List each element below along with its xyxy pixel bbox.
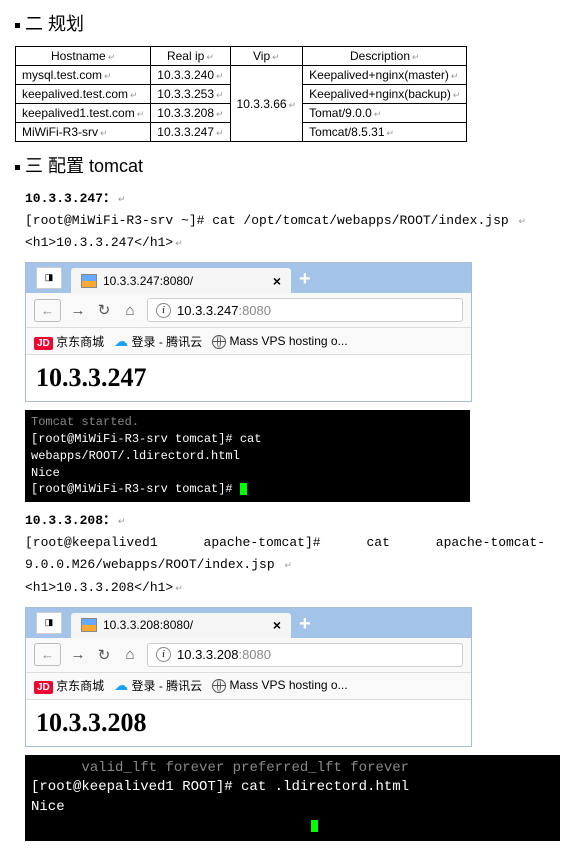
cmd-208-p4: apache-tomcat- xyxy=(436,532,545,554)
url-host: 10.3.3.247 xyxy=(177,303,238,318)
close-icon[interactable]: × xyxy=(273,617,281,633)
section-3-heading: 三 配置 tomcat xyxy=(15,152,575,178)
cell-desc: Keepalived+nginx(master)↵ xyxy=(303,66,467,85)
window-icon: ◨ xyxy=(36,267,62,289)
browser-208: ◨ 10.3.3.208:8080/ × + ← → ↻ ⌂ i 10.3.3.… xyxy=(25,607,472,747)
html-247: <h1>10.3.3.247</h1> xyxy=(25,235,173,250)
forward-button[interactable]: → xyxy=(69,646,87,663)
tab-title: 10.3.3.208:8080/ xyxy=(103,618,267,632)
th-realip: Real ip↵ xyxy=(151,47,230,66)
close-icon[interactable]: × xyxy=(273,273,281,289)
planning-table: Hostname↵ Real ip↵ Vip↵ Description↵ mys… xyxy=(15,46,467,142)
globe-icon xyxy=(212,335,226,349)
th-desc: Description↵ xyxy=(303,47,467,66)
back-button[interactable]: ← xyxy=(34,643,61,666)
cell-real: 10.3.3.208↵ xyxy=(151,104,230,123)
cell-vip: 10.3.3.66↵ xyxy=(230,66,303,142)
nav-row: ← → ↻ ⌂ i 10.3.3.247:8080 xyxy=(26,293,471,328)
home-button[interactable]: ⌂ xyxy=(121,302,139,319)
back-button[interactable]: ← xyxy=(34,299,61,322)
url-port: :8080 xyxy=(238,647,271,662)
tabbar: ◨ 10.3.3.208:8080/ × + xyxy=(26,608,471,638)
ip-label-247: 10.3.3.247： xyxy=(25,191,116,206)
browser-tab[interactable]: 10.3.3.208:8080/ × xyxy=(71,613,291,638)
cell-desc: Tomcat/8.5.31↵ xyxy=(303,123,467,142)
window-icon: ◨ xyxy=(36,612,62,634)
bookmark-vps[interactable]: Mass VPS hosting o... xyxy=(212,334,347,349)
terminal-line-dim: Tomcat started. xyxy=(31,415,139,429)
cursor-icon xyxy=(240,483,247,495)
bookmark-tencent[interactable]: ☁ 登录 - 腾讯云 xyxy=(114,677,202,694)
tabbar: ◨ 10.3.3.247:8080/ × + xyxy=(26,263,471,293)
section-2-title: 二 规划 xyxy=(25,14,84,34)
browser-247: ◨ 10.3.3.247:8080/ × + ← → ↻ ⌂ i 10.3.3.… xyxy=(25,262,472,402)
bullet-icon xyxy=(15,23,20,28)
cell-real: 10.3.3.253↵ xyxy=(151,85,230,104)
nav-row: ← → ↻ ⌂ i 10.3.3.208:8080 xyxy=(26,638,471,673)
home-button[interactable]: ⌂ xyxy=(121,646,139,663)
cell-host: keepalived.test.com↵ xyxy=(16,85,151,104)
section-3-title: 三 配置 tomcat xyxy=(25,156,143,176)
cmd-208-p3: cat xyxy=(366,532,389,554)
info-icon[interactable]: i xyxy=(156,303,171,318)
favicon-icon xyxy=(81,274,97,288)
th-hostname: Hostname↵ xyxy=(16,47,151,66)
globe-icon xyxy=(212,679,226,693)
cmd-208-p1: [root@keepalived1 xyxy=(25,532,158,554)
bookmark-tencent[interactable]: ☁ 登录 - 腾讯云 xyxy=(114,333,202,350)
terminal-247: Tomcat started. [root@MiWiFi-R3-srv tomc… xyxy=(25,410,470,502)
cell-desc: Keepalived+nginx(backup)↵ xyxy=(303,85,467,104)
bullet-icon xyxy=(15,165,20,170)
reload-button[interactable]: ↻ xyxy=(95,301,113,319)
block-247-text: 10.3.3.247：↵ [root@MiWiFi-R3-srv ~]# cat… xyxy=(25,188,575,254)
cmd-208-p2: apache-tomcat]# xyxy=(204,532,321,554)
new-tab-button[interactable]: + xyxy=(291,268,319,293)
reload-button[interactable]: ↻ xyxy=(95,646,113,664)
new-tab-button[interactable]: + xyxy=(291,613,319,638)
favicon-icon xyxy=(81,618,97,632)
section-2-heading: 二 规划 xyxy=(15,10,575,36)
cell-real: 10.3.3.247↵ xyxy=(151,123,230,142)
cell-desc: Tomat/9.0.0↵ xyxy=(303,104,467,123)
table-header-row: Hostname↵ Real ip↵ Vip↵ Description↵ xyxy=(16,47,467,66)
planning-table-wrap: Hostname↵ Real ip↵ Vip↵ Description↵ mys… xyxy=(15,46,575,142)
url-host: 10.3.3.208 xyxy=(177,647,238,662)
browser-tab[interactable]: 10.3.3.247:8080/ × xyxy=(71,268,291,293)
cursor-icon xyxy=(311,820,318,832)
cell-host: MiWiFi-R3-srv↵ xyxy=(16,123,151,142)
bookmark-jd[interactable]: JD 京东商城 xyxy=(34,333,104,350)
forward-button[interactable]: → xyxy=(69,302,87,319)
bookmark-vps[interactable]: Mass VPS hosting o... xyxy=(212,678,347,693)
table-row: mysql.test.com↵ 10.3.3.240↵ 10.3.3.66↵ K… xyxy=(16,66,467,85)
bookmark-row: JD 京东商城 ☁ 登录 - 腾讯云 Mass VPS hosting o... xyxy=(26,328,471,355)
bookmark-row: JD 京东商城 ☁ 登录 - 腾讯云 Mass VPS hosting o... xyxy=(26,673,471,700)
html-208: <h1>10.3.3.208</h1> xyxy=(25,580,173,595)
cell-host: keepalived1.test.com↵ xyxy=(16,104,151,123)
info-icon[interactable]: i xyxy=(156,647,171,662)
th-vip: Vip↵ xyxy=(230,47,303,66)
cmd-208-line2: 9.0.0.M26/webapps/ROOT/index.jsp xyxy=(25,557,275,572)
terminal-208: valid_lft forever preferred_lft forever … xyxy=(25,755,560,841)
cmd-247: [root@MiWiFi-R3-srv ~]# cat /opt/tomcat/… xyxy=(25,213,509,228)
url-bar[interactable]: i 10.3.3.208:8080 xyxy=(147,643,463,667)
tab-title: 10.3.3.247:8080/ xyxy=(103,274,267,288)
page-content-247: 10.3.3.247 xyxy=(26,355,471,401)
block-208-text: 10.3.3.208：↵ [root@keepalived1 apache-to… xyxy=(25,510,575,598)
url-bar[interactable]: i 10.3.3.247:8080 xyxy=(147,298,463,322)
url-port: :8080 xyxy=(238,303,271,318)
cell-host: mysql.test.com↵ xyxy=(16,66,151,85)
page-content-208: 10.3.3.208 xyxy=(26,700,471,746)
bookmark-jd[interactable]: JD 京东商城 xyxy=(34,677,104,694)
ip-label-208: 10.3.3.208： xyxy=(25,513,116,528)
cell-real: 10.3.3.240↵ xyxy=(151,66,230,85)
